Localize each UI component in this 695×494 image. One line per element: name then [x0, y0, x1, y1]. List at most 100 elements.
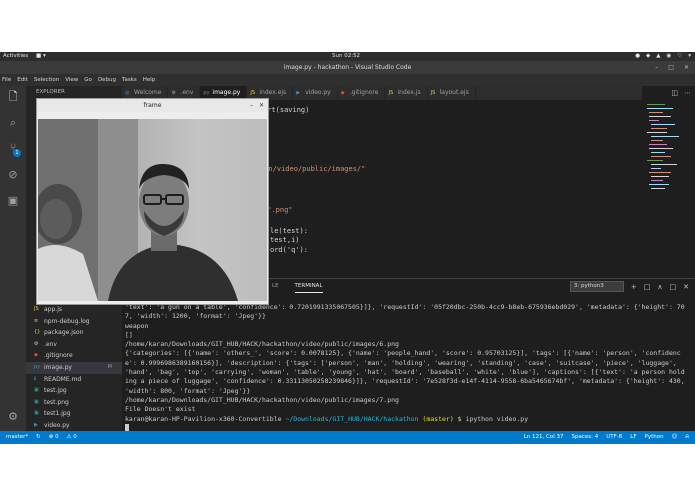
- line-ending[interactable]: LF: [630, 431, 636, 444]
- python-file-icon: py: [34, 363, 41, 370]
- frame-window[interactable]: frame – ✕: [36, 98, 269, 305]
- wifi-icon[interactable]: ▲: [656, 52, 660, 61]
- close-panel-icon[interactable]: ✕: [683, 283, 689, 291]
- menu-help[interactable]: Help: [143, 74, 156, 86]
- file-item[interactable]: {} package.json: [26, 327, 122, 339]
- activity-bar: 🗋 ⌕ ⑂ 1 ⊘ ▣ ⚙: [0, 86, 26, 431]
- prompt-user: karan@karan-HP-Pavilion-x360-Convertible: [125, 414, 282, 423]
- frame-title: frame: [37, 99, 268, 112]
- error-count[interactable]: ⊗ 0: [49, 431, 59, 444]
- file-name: package.json: [44, 329, 84, 337]
- file-item[interactable]: JS app.js: [26, 304, 122, 316]
- file-name: test1.jpg: [44, 410, 71, 418]
- file-name: test.png: [44, 398, 69, 406]
- file-item[interactable]: ℹ README.md: [26, 374, 122, 386]
- menu-selection[interactable]: Selection: [34, 74, 59, 86]
- source-control-badge: 1: [13, 149, 21, 157]
- bell-icon[interactable]: ⍾: [685, 431, 689, 444]
- split-panel-icon[interactable]: □: [670, 283, 677, 291]
- menu-edit[interactable]: Edit: [17, 74, 28, 86]
- search-icon[interactable]: ⌕: [6, 116, 20, 130]
- tab-console[interactable]: LE: [272, 279, 279, 293]
- js-file-icon: JS: [388, 90, 394, 96]
- image-file-icon: ▣: [34, 387, 39, 394]
- battery-icon[interactable]: ♡: [677, 52, 682, 61]
- terminal-output[interactable]: 'text': 'a gun on a table', 'confidence'…: [125, 303, 685, 434]
- menu-go[interactable]: Go: [84, 74, 92, 86]
- menu-bar: File Edit Selection View Go Debug Tasks …: [0, 74, 695, 86]
- file-item[interactable]: ▶ video.py: [26, 420, 122, 432]
- git-branch[interactable]: master*: [6, 431, 28, 444]
- sync-icon[interactable]: ↻: [36, 431, 41, 444]
- menu-debug[interactable]: Debug: [98, 74, 116, 86]
- file-item[interactable]: ▣ test1.jpg: [26, 408, 122, 420]
- panel-toolbar: 3: python3 + □ ∧ □ ✕: [569, 281, 689, 292]
- tab-label: image.py: [212, 89, 241, 96]
- encoding[interactable]: UTF-8: [606, 431, 622, 444]
- tray-icon[interactable]: ◆: [646, 52, 650, 61]
- terminal-line: File Doesn't exist: [125, 405, 196, 414]
- file-item[interactable]: ⚙ .env: [26, 339, 122, 351]
- file-item[interactable]: ◆ .gitignore: [26, 350, 122, 362]
- tab-video-py[interactable]: ▶ video.py: [293, 86, 338, 100]
- terminal-select[interactable]: 3: python3: [569, 281, 624, 292]
- terminal-line: weapon: [125, 321, 149, 330]
- code-line: le(test):: [270, 227, 308, 235]
- volume-icon[interactable]: ◉: [666, 52, 671, 61]
- app-menu[interactable]: ■ ▾: [36, 52, 46, 61]
- explorer-icon[interactable]: 🗋: [6, 90, 20, 104]
- code-line: test,i): [270, 236, 300, 244]
- terminal-line: []: [125, 330, 133, 339]
- file-item-selected[interactable]: py image.py M: [26, 361, 122, 374]
- maximize-button[interactable]: □: [668, 61, 674, 74]
- tab-label: layout.ejs: [439, 89, 469, 96]
- js-file-icon: JS: [430, 90, 436, 96]
- tab-layout-ejs[interactable]: JS layout.ejs: [427, 86, 476, 100]
- tray-icon[interactable]: ●: [635, 52, 640, 61]
- gear-icon[interactable]: ⚙: [6, 410, 20, 424]
- terminal-line: {'categories': [{'name': 'others_', 'sco…: [125, 349, 689, 395]
- tab-index-js[interactable]: JS index.js: [385, 86, 428, 100]
- chevron-down-icon[interactable]: ▾: [688, 52, 691, 61]
- file-name: app.js: [44, 306, 62, 313]
- file-name: .gitignore: [44, 352, 73, 360]
- smiley-icon[interactable]: ☺: [672, 431, 678, 444]
- tab-label: index.ejs: [259, 89, 287, 96]
- menu-view[interactable]: View: [65, 74, 78, 86]
- maximize-panel-icon[interactable]: ∧: [657, 283, 662, 291]
- indentation[interactable]: Spaces: 4: [572, 431, 599, 444]
- file-name: test.jpg: [44, 387, 67, 395]
- frame-minimize-button[interactable]: –: [250, 99, 253, 112]
- window-title-bar: image.py - hackathon - Visual Studio Cod…: [0, 61, 695, 74]
- cursor-position[interactable]: Ln 121, Col 37: [524, 431, 564, 444]
- new-terminal-icon[interactable]: +: [631, 283, 637, 291]
- menu-tasks[interactable]: Tasks: [122, 74, 137, 86]
- extensions-icon[interactable]: ▣: [6, 194, 20, 208]
- tab-terminal[interactable]: TERMINAL: [294, 279, 323, 293]
- more-actions-icon[interactable]: ⋯: [684, 86, 691, 100]
- system-tray[interactable]: ● ◆ ▲ ◉ ♡ ▾: [635, 52, 691, 61]
- warning-count[interactable]: ⚠ 0: [67, 431, 77, 444]
- explorer-header: EXPLORER: [36, 89, 65, 95]
- frame-close-button[interactable]: ✕: [259, 99, 264, 112]
- system-top-bar: Activities ■ ▾ Sun 02:52 ● ◆ ▲ ◉ ♡ ▾: [0, 52, 695, 61]
- tab-label: .gitignore: [349, 89, 379, 96]
- file-item[interactable]: ≡ npm-debug.log: [26, 316, 122, 328]
- trash-icon[interactable]: □: [644, 283, 651, 291]
- tab-gitignore[interactable]: ◆ .gitignore: [337, 86, 386, 100]
- menu-file[interactable]: File: [2, 74, 11, 86]
- minimap[interactable]: [643, 100, 695, 275]
- minimize-button[interactable]: –: [655, 61, 658, 74]
- file-name: video.py: [44, 421, 70, 429]
- webcam-scene-graphic: [38, 119, 238, 301]
- json-file-icon: {}: [34, 329, 41, 336]
- language-mode[interactable]: Python: [645, 431, 664, 444]
- modified-status: M: [107, 363, 112, 370]
- file-item[interactable]: ▣ test.png: [26, 397, 122, 409]
- file-item[interactable]: ▣ test.jpg: [26, 385, 122, 397]
- split-editor-icon[interactable]: ◫: [671, 86, 678, 100]
- close-button[interactable]: ✕: [684, 61, 689, 74]
- clock[interactable]: Sun 02:52: [332, 52, 360, 61]
- debug-icon[interactable]: ⊘: [6, 168, 20, 182]
- activities-button[interactable]: Activities: [3, 52, 28, 61]
